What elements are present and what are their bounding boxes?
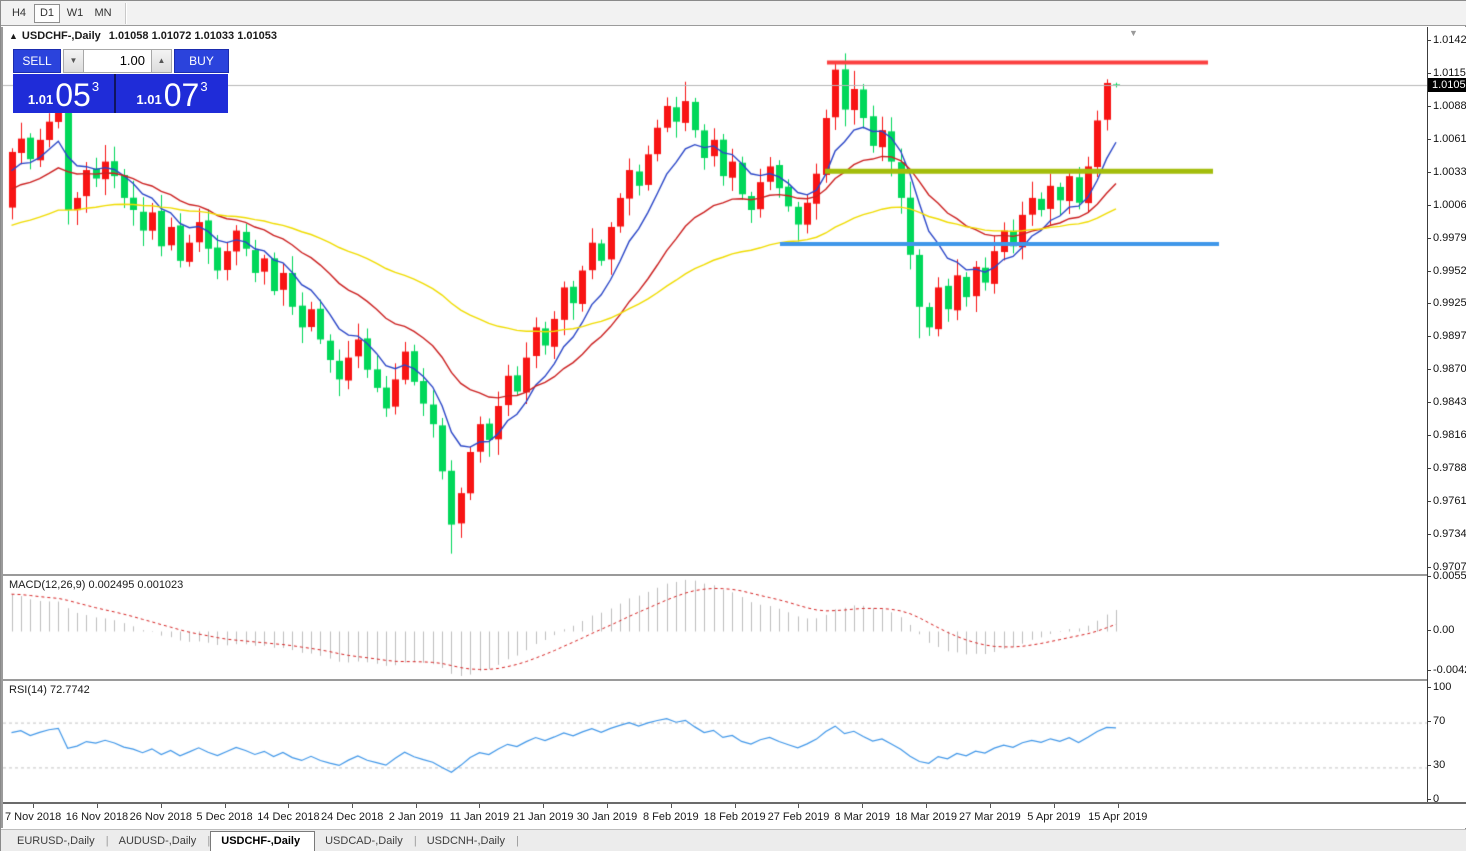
time-axis-label: 11 Jan 2019 [450, 811, 510, 823]
price-axis-label: 0.97340 [1433, 528, 1466, 540]
price-axis-label: 0.99520 [1433, 265, 1466, 277]
tab-audusd-daily[interactable]: AUDUSD-,Daily [109, 832, 211, 851]
price-axis-label: 0.98705 [1433, 363, 1466, 375]
tab-usdcnh-daily[interactable]: USDCNH-,Daily [417, 832, 519, 851]
time-axis-label: 5 Dec 2018 [196, 811, 252, 823]
price-axis-label: 0.99250 [1433, 297, 1466, 309]
macd-indicator-pane: MACD(12,26,9) 0.002495 0.001023 [3, 574, 1427, 678]
buy-price-box[interactable]: 1.01 07 3 [116, 74, 228, 113]
current-price-tag: 1.01053 [1428, 78, 1466, 92]
time-axis-label: 15 Apr 2019 [1088, 811, 1147, 823]
time-axis-label: 16 Nov 2018 [66, 811, 128, 823]
timeframe-button-h4[interactable]: H4 [6, 4, 32, 23]
price-axis-label: 1.01155 [1433, 67, 1466, 79]
chart-ohlc-values: 1.01058 1.01072 1.01033 1.01053 [109, 30, 277, 42]
tab-eurusd-daily[interactable]: EURUSD-,Daily [7, 832, 109, 851]
chart-shift-marker-icon[interactable]: ▼ [1129, 28, 1138, 38]
time-axis-label: 27 Mar 2019 [959, 811, 1021, 823]
buy-price-prefix: 1.01 [136, 92, 161, 107]
time-axis-label: 26 Nov 2018 [130, 811, 192, 823]
time-axis-label: 21 Jan 2019 [513, 811, 574, 823]
rsi-indicator-pane: RSI(14) 72.7742 [3, 679, 1427, 801]
time-axis-label: 30 Jan 2019 [577, 811, 638, 823]
macd-axis-label: -0.004224 [1433, 664, 1466, 676]
macd-axis-label: 0.005571 [1433, 570, 1466, 582]
time-axis-label: 8 Feb 2019 [643, 811, 699, 823]
sell-price-big: 05 [55, 80, 91, 110]
time-axis-label: 14 Dec 2018 [257, 811, 319, 823]
price-axis-label: 0.98975 [1433, 330, 1466, 342]
price-axis-label: 1.00335 [1433, 166, 1466, 178]
rsi-axis-label: 70 [1433, 715, 1445, 727]
time-axis-label: 18 Mar 2019 [895, 811, 957, 823]
macd-label: MACD(12,26,9) 0.002495 0.001023 [9, 579, 183, 591]
price-axis-label: 1.01425 [1433, 34, 1466, 46]
timeframe-button-w1[interactable]: W1 [62, 4, 88, 23]
spin-up-icon: ▲ [158, 56, 166, 65]
time-axis-label: 27 Feb 2019 [768, 811, 830, 823]
collapse-panel-arrow-icon[interactable]: ▲ [9, 31, 18, 41]
price-axis-label: 0.97885 [1433, 462, 1466, 474]
time-axis-label: 8 Mar 2019 [834, 811, 890, 823]
price-axis[interactable]: 1.01053 1.01425 1.01155 1.00880 1.00610 1.00… [1427, 27, 1466, 802]
timeframe-button-mn[interactable]: MN [90, 4, 116, 23]
trading-terminal-window: H4D1W1MN ▲ USDCHF-,Daily 1.01058 1.01072 1… [0, 0, 1466, 851]
volume-decrease-button[interactable]: ▼ [63, 49, 84, 73]
time-axis-label: 18 Feb 2019 [704, 811, 766, 823]
volume-increase-button[interactable]: ▲ [151, 49, 172, 73]
time-axis[interactable]: 7 Nov 2018 16 Nov 201826 Nov 2018 5 Dec 20… [3, 802, 1466, 828]
tab-usdchf-daily[interactable]: USDCHF-,Daily [210, 831, 315, 851]
price-axis-label: 0.98160 [1433, 429, 1466, 441]
buy-button[interactable]: BUY [174, 49, 229, 73]
spin-down-icon: ▼ [70, 56, 78, 65]
timeframe-button-d1[interactable]: D1 [34, 4, 60, 23]
price-axis-label: 0.97615 [1433, 495, 1466, 507]
toolbar-separator [125, 3, 127, 24]
rsi-axis-label: 30 [1433, 759, 1445, 771]
chart-window: ▲ USDCHF-,Daily 1.01058 1.01072 1.01033 1.… [1, 27, 1466, 828]
sell-price-pipette: 3 [92, 79, 99, 94]
time-axis-label: 5 Apr 2019 [1027, 811, 1080, 823]
buy-price-pipette: 3 [200, 79, 207, 94]
timeframe-toolbar: H4D1W1MN [1, 1, 1466, 26]
sell-price-box[interactable]: 1.01 05 3 [13, 74, 116, 113]
sell-price-prefix: 1.01 [28, 92, 53, 107]
volume-spinner: ▼ 1.00 ▲ [63, 49, 172, 73]
chart-tab-bar: EURUSD-,DailyAUDUSD-,DailyUSDCHF-,DailyU… [1, 829, 1466, 851]
time-axis-label: 24 Dec 2018 [321, 811, 383, 823]
one-click-trading-panel: SELL ▼ 1.00 ▲ BUY 1.01 05 3 1.01 [13, 49, 230, 113]
price-axis-label: 0.99790 [1433, 232, 1466, 244]
price-chart-pane: ▲ USDCHF-,Daily 1.01058 1.01072 1.01033 1.… [3, 27, 1427, 573]
price-axis-label: 0.98430 [1433, 396, 1466, 408]
price-axis-label: 1.00065 [1433, 199, 1466, 211]
volume-input[interactable]: 1.00 [84, 49, 151, 73]
time-axis-label: 2 Jan 2019 [389, 811, 443, 823]
macd-axis-label: 0.00 [1433, 624, 1454, 636]
tab-usdcad-daily[interactable]: USDCAD-,Daily [315, 832, 417, 851]
rsi-label: RSI(14) 72.7742 [9, 684, 90, 696]
chart-symbol-label: USDCHF-,Daily [22, 30, 101, 42]
rsi-axis-label: 100 [1433, 681, 1451, 693]
buy-price-big: 07 [164, 80, 200, 110]
chart-title: ▲ USDCHF-,Daily 1.01058 1.01072 1.01033 1.… [9, 30, 277, 42]
sell-button[interactable]: SELL [13, 49, 61, 73]
macd-canvas[interactable] [3, 576, 1427, 678]
rsi-canvas[interactable] [3, 681, 1427, 801]
price-axis-label: 1.00880 [1433, 100, 1466, 112]
price-axis-label: 1.00610 [1433, 133, 1466, 145]
time-axis-label: 7 Nov 2018 [5, 811, 61, 823]
